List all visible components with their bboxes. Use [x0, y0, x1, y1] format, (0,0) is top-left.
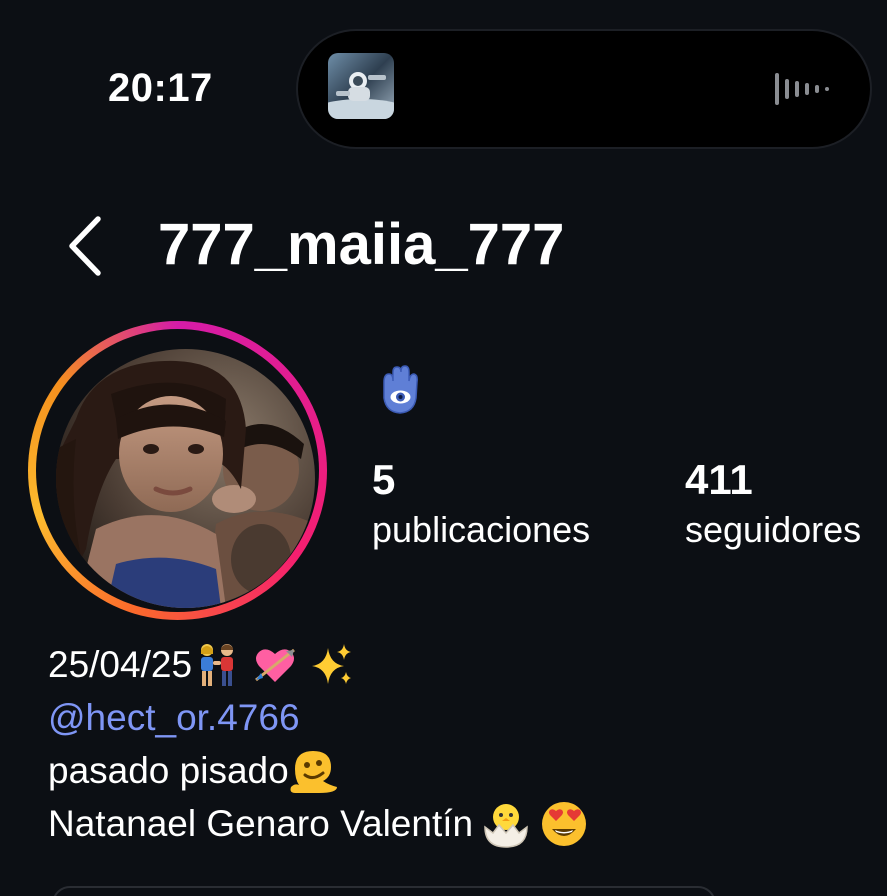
profile-action-card[interactable] [52, 886, 716, 896]
bio-text: pasado pisado [48, 750, 289, 791]
bio-line-text: pasado pisado [48, 744, 589, 797]
back-button[interactable] [62, 213, 112, 279]
avatar[interactable] [56, 349, 315, 608]
posts-label: publicaciones [372, 509, 591, 550]
profile-bio: 25/04/25 @hect_or.4766 pasado pisado Nat… [48, 638, 589, 850]
hamsa-icon[interactable] [374, 364, 426, 416]
profile-username: 777_maiia_777 [158, 212, 565, 277]
stat-posts[interactable]: 5 publicaciones [372, 458, 590, 558]
sparkles-icon [312, 643, 352, 684]
profile-avatar-story-ring[interactable] [28, 321, 327, 620]
now-playing-artwork[interactable] [328, 53, 394, 119]
heart-arrow-icon [255, 648, 295, 682]
hatching-chick-icon [484, 803, 528, 848]
stat-followers[interactable]: 411 seguidores [685, 458, 861, 558]
dynamic-island[interactable] [298, 31, 870, 147]
chevron-left-icon [69, 216, 101, 276]
posts-count: 5 [372, 456, 396, 503]
followers-label: seguidores [685, 509, 862, 550]
profile-screen: 20:17 777_maiia_777 5 publicaciones 411 … [0, 0, 887, 896]
bio-line-mention: @hect_or.4766 [48, 691, 589, 744]
bio-line-date: 25/04/25 [48, 638, 589, 691]
bio-mention-link[interactable]: @hect_or.4766 [48, 691, 300, 744]
bio-line-name: Natanael Genaro Valentín [48, 797, 589, 850]
melting-face-icon [290, 750, 337, 793]
followers-count: 411 [685, 456, 753, 503]
couple-icon [201, 643, 234, 686]
heart-eyes-icon [542, 801, 587, 846]
bio-date-text: 25/04/25 [48, 644, 193, 685]
bio-name-text: Natanael Genaro Valentín [48, 803, 474, 844]
status-time: 20:17 [108, 66, 213, 110]
audio-waveform-icon [773, 69, 843, 109]
